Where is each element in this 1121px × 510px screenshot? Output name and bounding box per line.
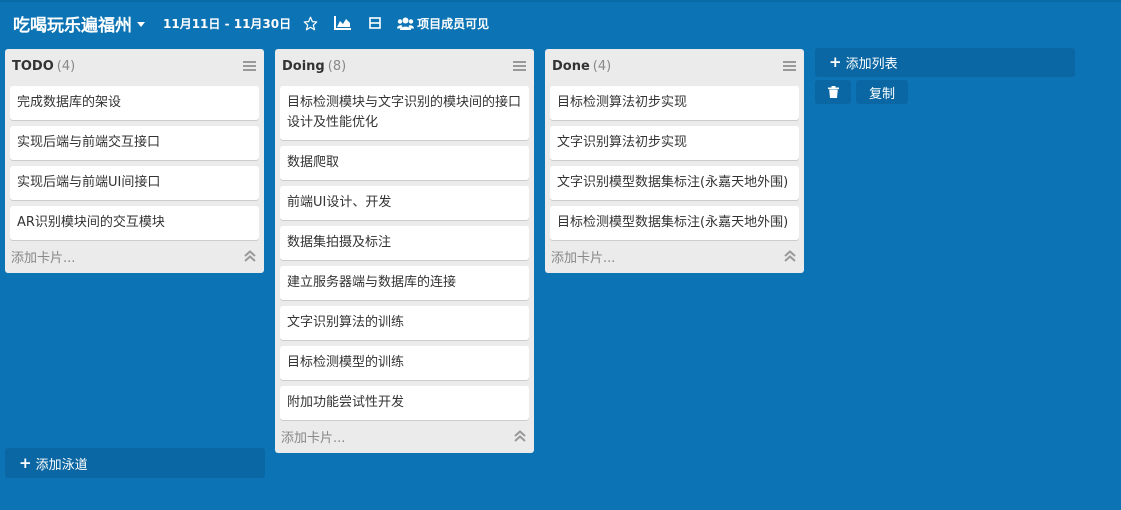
card[interactable]: 文字识别算法初步实现 [550,126,799,160]
add-list-button[interactable]: + 添加列表 [815,48,1075,77]
list-footer: 添加卡片... [280,423,529,449]
area-chart-icon [334,16,352,30]
list-name[interactable]: Doing [282,59,325,74]
double-chevron-up-icon[interactable] [243,249,257,263]
card[interactable]: AR识别模块间的交互模块 [10,206,259,240]
plus-icon: + [19,453,32,472]
board-title: 吃喝玩乐遍福州 [13,15,132,36]
star-button[interactable] [303,11,318,35]
calendar-icon [369,17,381,29]
card[interactable]: 文字识别模型数据集标注(永嘉天地外围) [550,166,799,200]
card[interactable]: 目标检测模块与文字识别的模块间的接口设计及性能优化 [280,86,529,140]
list-done: Done (4) 目标检测算法初步实现 文字识别算法初步实现 文字识别模型数据集… [545,49,804,273]
list-count: (8) [327,59,347,74]
card[interactable]: 前端UI设计、开发 [280,186,529,220]
copy-button[interactable]: 复制 [856,80,908,104]
add-list-label: 添加列表 [845,57,898,72]
card[interactable]: 数据集拍摄及标注 [280,226,529,260]
add-card-link[interactable]: 添加卡片... [11,247,75,266]
star-icon [303,16,318,30]
card[interactable]: 目标检测模型的训练 [280,346,529,380]
list-name[interactable]: TODO [12,59,54,74]
hamburger-menu-icon[interactable] [243,61,256,72]
add-lane-button[interactable]: + 添加泳道 [5,448,265,478]
list-todo: TODO (4) 完成数据库的架设 实现后端与前端交互接口 实现后端与前端UI间… [5,49,264,273]
members-label: 项目成员可见 [417,16,490,31]
users-icon [397,17,415,30]
card[interactable]: 目标检测算法初步实现 [550,86,799,120]
add-card-link[interactable]: 添加卡片... [281,427,345,446]
card[interactable]: 文字识别算法的训练 [280,306,529,340]
plus-icon: + [829,53,842,71]
hamburger-menu-icon[interactable] [513,61,526,72]
trash-icon [827,86,839,98]
chart-button[interactable] [334,11,352,35]
list-footer: 添加卡片... [550,243,799,269]
list-header: Doing (8) [280,53,529,80]
date-range[interactable]: 11月11日 - 11月30日 [163,15,291,32]
list-footer: 添加卡片... [10,243,259,269]
list-header: TODO (4) [10,53,259,80]
list-header: Done (4) [550,53,799,80]
double-chevron-up-icon[interactable] [513,429,527,443]
caret-down-icon [137,21,145,27]
card[interactable]: 实现后端与前端UI间接口 [10,166,259,200]
card[interactable]: 附加功能尝试性开发 [280,386,529,420]
list-name[interactable]: Done [552,59,590,74]
list-count: (4) [56,59,76,74]
card[interactable]: 实现后端与前端交互接口 [10,126,259,160]
board-title-dropdown[interactable]: 吃喝玩乐遍福州 [13,11,145,36]
list-count: (4) [592,59,612,74]
card[interactable]: 建立服务器端与数据库的连接 [280,266,529,300]
card[interactable]: 目标检测模型数据集标注(永嘉天地外围) [550,206,799,240]
add-lane-label: 添加泳道 [35,457,88,473]
calendar-button[interactable] [369,11,381,35]
board-header: 吃喝玩乐遍福州 11月11日 - 11月30日 项目成员可见 [0,2,1121,44]
double-chevron-up-icon[interactable] [783,249,797,263]
add-card-link[interactable]: 添加卡片... [551,247,615,266]
members-visibility-button[interactable]: 项目成员可见 [397,11,489,35]
delete-button[interactable] [815,80,851,104]
card[interactable]: 完成数据库的架设 [10,86,259,120]
card[interactable]: 数据爬取 [280,146,529,180]
list-doing: Doing (8) 目标检测模块与文字识别的模块间的接口设计及性能优化 数据爬取… [275,49,534,453]
hamburger-menu-icon[interactable] [783,61,796,72]
